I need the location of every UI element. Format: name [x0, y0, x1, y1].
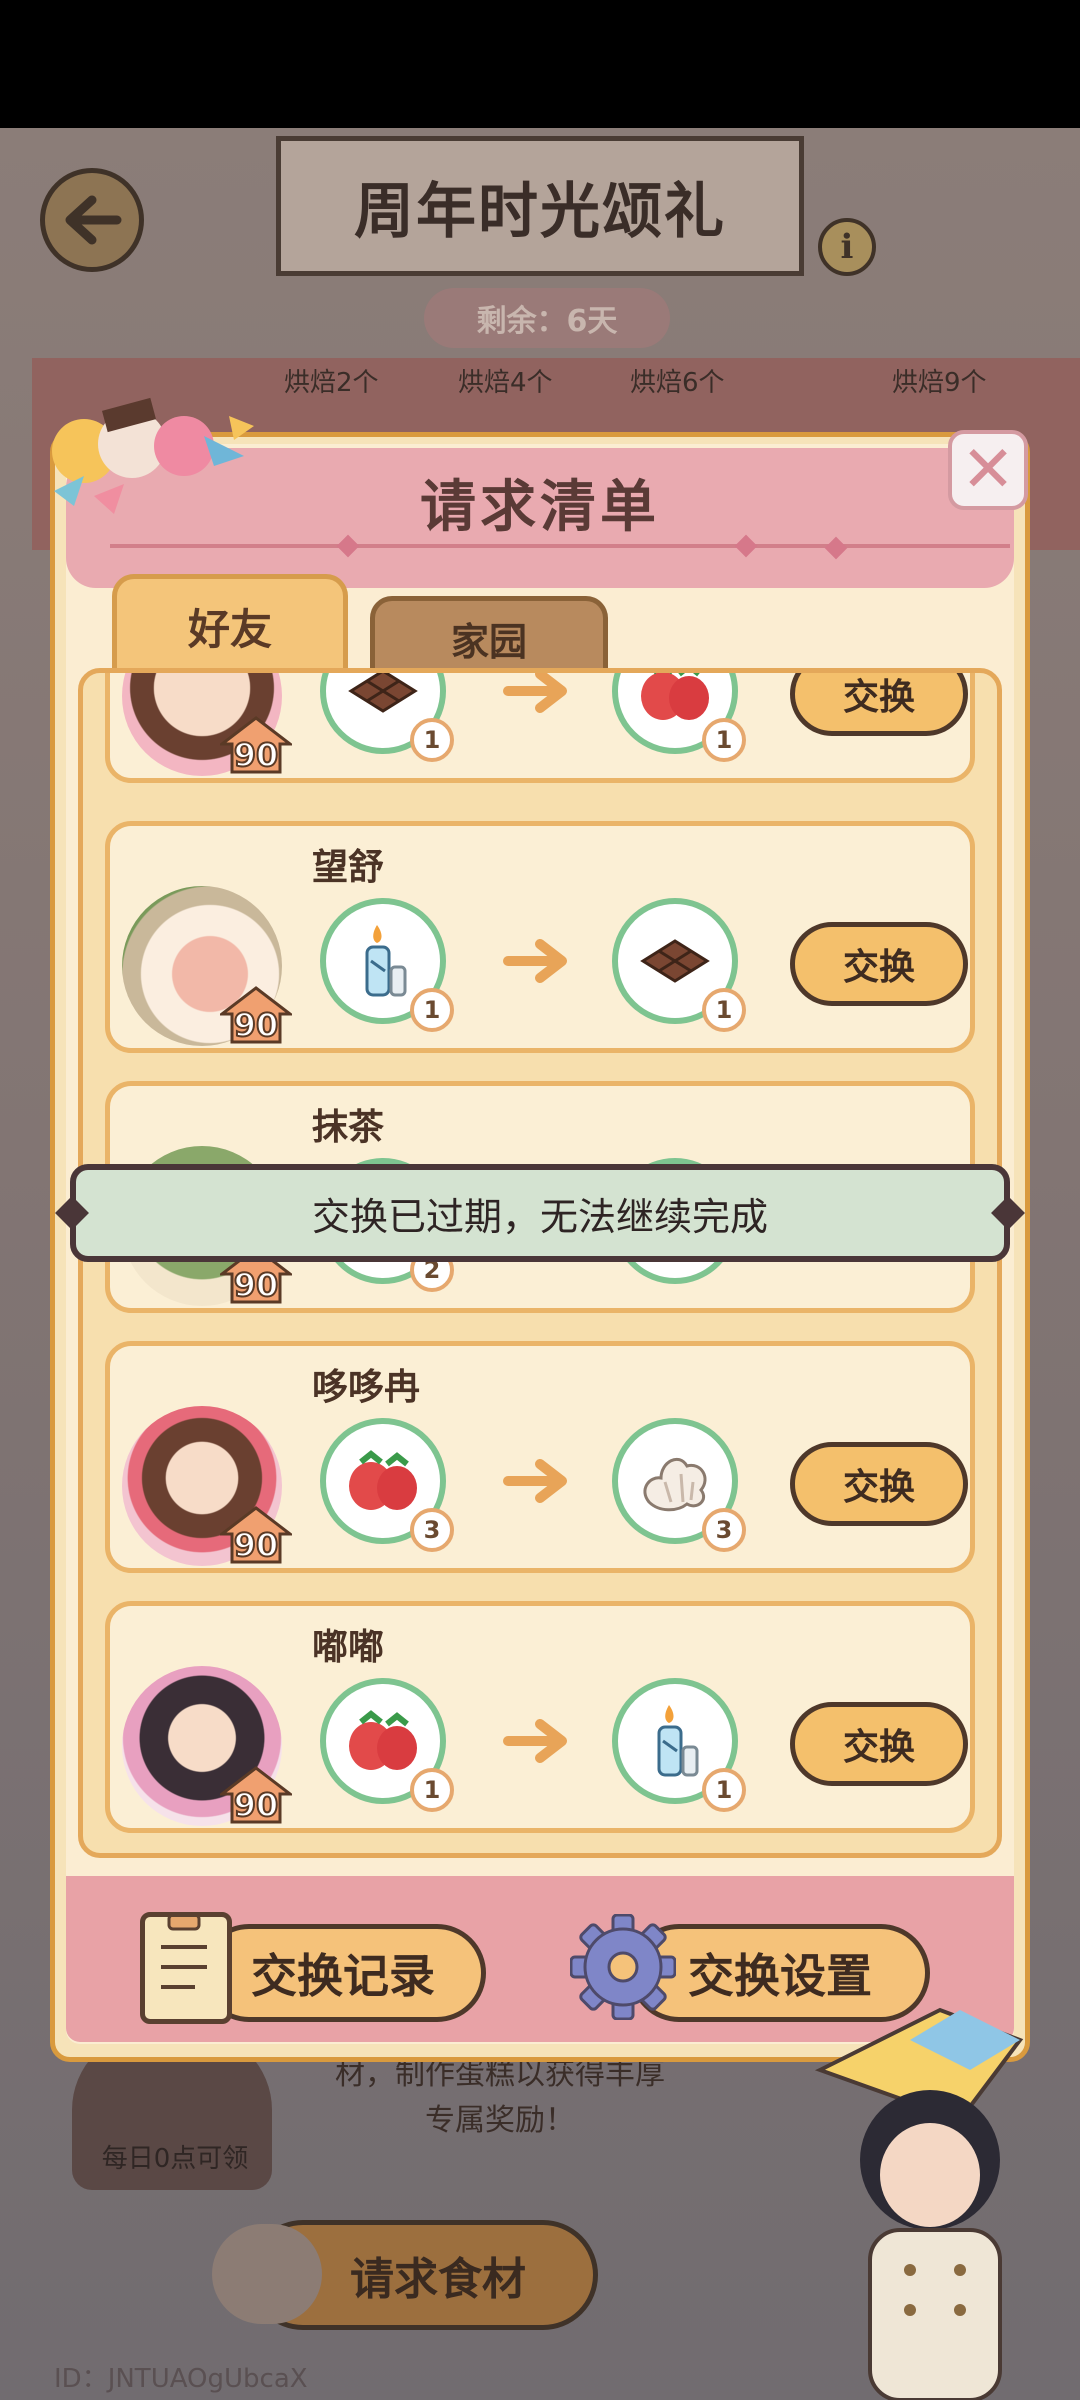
level-badge: 90	[217, 1506, 295, 1565]
tab-home-label: 家园	[450, 620, 527, 664]
friend-name: 抹茶	[312, 1107, 385, 1148]
header-divider	[110, 544, 1010, 548]
party-balloons-icon	[52, 397, 254, 514]
exchange-settings-label: 交换设置	[688, 1949, 872, 2003]
request-list[interactable]: 90 1 1 交换 望舒 90 1 1 交换 抹茶 90 2 哆哆冉 90 3 …	[78, 668, 1002, 1858]
exchange-button[interactable]: 交换	[790, 922, 968, 1006]
count-badge: 1	[410, 988, 454, 1032]
remaining-days-badge: 剩余：6天	[424, 288, 670, 348]
count-badge: 1	[702, 718, 746, 762]
milestone-label: 烘焙2个	[284, 368, 379, 398]
arrow-right-icon	[503, 1459, 567, 1503]
player-id: ID：JNTUAOgUbcaX	[54, 2364, 308, 2394]
list-item: 望舒 90 1 1 交换	[105, 821, 975, 1053]
milestone-label: 烘焙9个	[892, 368, 987, 398]
count-badge: 3	[702, 1508, 746, 1552]
arrow-right-icon	[503, 1719, 567, 1763]
exchange-button-label: 交换	[842, 1727, 915, 1768]
give-item-slot[interactable]: 3	[320, 1418, 454, 1552]
event-description: 材，制作蛋糕以获得丰厚 专属奖励！	[335, 2057, 665, 2138]
event-title-board: 周年时光颂礼	[276, 136, 804, 276]
strawberry-icon	[349, 1450, 417, 1510]
get-item-slot[interactable]: 1	[612, 1678, 746, 1812]
exchange-button-label: 交换	[842, 677, 915, 718]
clipboard-icon	[140, 1912, 232, 2024]
candle-icon	[657, 1705, 699, 1777]
toast-message: 交换已过期，无法继续完成	[311, 1194, 768, 1239]
strawberry-icon	[349, 1710, 417, 1770]
level-badge: 90	[217, 716, 295, 775]
status-bar	[0, 0, 1080, 128]
level-badge: 90	[217, 1766, 295, 1825]
exchange-button-label: 交换	[842, 947, 915, 988]
candle-icon	[365, 925, 407, 997]
event-title: 周年时光颂礼	[354, 176, 726, 247]
list-item: 哆哆冉 90 3 3 交换	[105, 1341, 975, 1573]
count-badge: 3	[410, 1508, 454, 1552]
friend-name: 哆哆冉	[312, 1367, 421, 1408]
count-badge: 1	[702, 1768, 746, 1812]
list-item: 嘟嘟 90 1 1 交换	[105, 1601, 975, 1833]
get-item-slot[interactable]: 3	[612, 1418, 746, 1552]
get-item-slot[interactable]: 1	[612, 673, 746, 762]
give-item-slot[interactable]: 1	[320, 1678, 454, 1812]
expired-toast: 交换已过期，无法继续完成	[70, 1164, 1010, 1262]
exchange-button-label: 交换	[842, 1467, 915, 1508]
close-icon: ✕	[961, 433, 1015, 507]
strawberry-icon	[641, 673, 709, 720]
arrow-right-icon	[503, 939, 567, 983]
list-item: 90 1 1 交换	[105, 673, 975, 783]
chocolate-icon	[348, 673, 418, 713]
friend-name: 嘟嘟	[312, 1627, 385, 1668]
info-icon[interactable]: i	[818, 218, 876, 276]
milestone-label: 烘焙6个	[630, 368, 725, 398]
handshake-icon	[212, 2224, 322, 2324]
chocolate-icon	[640, 939, 710, 983]
exchange-records-label: 交换记录	[251, 1949, 435, 2003]
meringue-icon	[643, 1457, 707, 1512]
level-badge: 90	[217, 986, 295, 1045]
count-badge: 1	[702, 988, 746, 1032]
gear-icon	[570, 1914, 676, 2020]
count-badge: 1	[410, 718, 454, 762]
friend-name: 望舒	[312, 847, 385, 888]
exchange-records-button[interactable]: 交换记录	[200, 1924, 486, 2022]
close-button[interactable]: ✕	[948, 430, 1028, 510]
tab-friends-label: 好友	[187, 605, 272, 654]
back-button[interactable]	[40, 168, 144, 272]
give-item-slot[interactable]: 1	[320, 898, 454, 1032]
chef-character-illustration	[814, 2007, 1024, 2400]
get-item-slot[interactable]: 1	[612, 898, 746, 1032]
exchange-button[interactable]: 交换	[790, 1442, 968, 1526]
exchange-button[interactable]: 交换	[790, 1702, 968, 1786]
milestone-label: 烘焙4个	[458, 368, 553, 398]
exchange-button[interactable]: 交换	[790, 673, 968, 736]
arrow-right-icon	[503, 673, 567, 713]
back-arrow-icon	[65, 195, 122, 245]
daily-reward-label: 每日0点可领	[101, 2144, 249, 2174]
tab-friends[interactable]: 好友	[112, 574, 348, 674]
count-badge: 1	[410, 1768, 454, 1812]
request-ingredients-label: 请求食材	[350, 2254, 526, 2305]
give-item-slot[interactable]: 1	[320, 673, 454, 762]
tab-home[interactable]: 家园	[370, 596, 608, 676]
